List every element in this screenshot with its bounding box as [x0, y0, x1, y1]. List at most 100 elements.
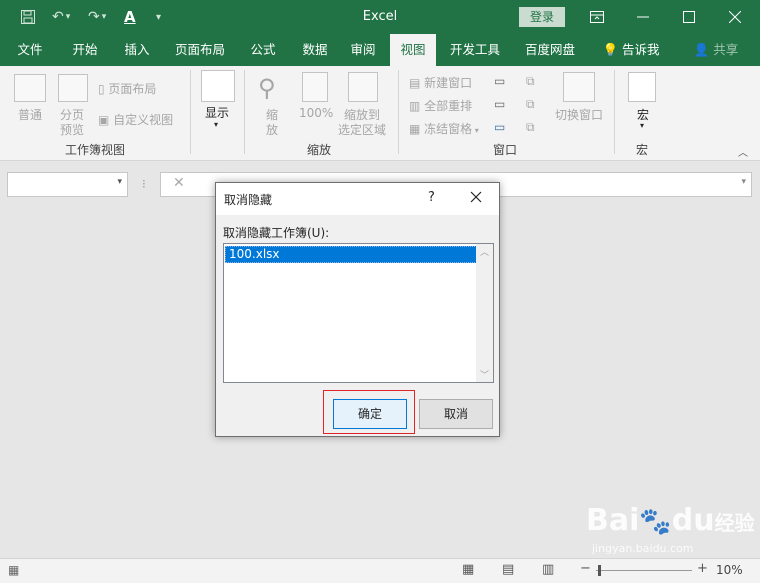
normal-view-icon: [14, 74, 46, 102]
zoom-100-icon: [302, 72, 328, 102]
custom-view-label: 自定义视图: [113, 113, 174, 127]
normal-view-button[interactable]: 普通: [18, 106, 42, 123]
switch-windows-icon: [563, 72, 595, 102]
tab-page-layout[interactable]: 页面布局: [168, 34, 232, 66]
freeze-panes-icon: ▦: [409, 122, 425, 136]
magnifier-icon: ⚲: [258, 74, 276, 102]
ok-button[interactable]: 确定: [333, 399, 407, 429]
status-bar: ▦ ▦ ▤ ▥ − + 10%: [0, 558, 760, 583]
page-layout-label: 页面布局: [108, 82, 157, 96]
new-window-icon: ▤: [409, 76, 425, 90]
divider: [398, 70, 399, 154]
more-icon: ⁝: [142, 177, 146, 191]
hide-icon[interactable]: ▭: [494, 97, 505, 111]
page-icon: ▯: [98, 82, 109, 96]
custom-view-button[interactable]: ▣ 自定义视图: [98, 111, 173, 128]
name-box[interactable]: ▾: [7, 172, 128, 197]
title-bar: ↶ ▾ ↷ ▾ A ▾ Excel 登录: [0, 0, 760, 34]
zoom-slider-thumb[interactable]: [598, 565, 601, 576]
zoom-100-button[interactable]: 100%: [299, 106, 333, 120]
page-layout-status-icon[interactable]: ▤: [502, 562, 514, 577]
cancel-entry-icon[interactable]: ✕: [173, 175, 185, 191]
group-label-workbook-view: 工作簿视图: [65, 143, 126, 157]
scroll-up-icon[interactable]: ︿: [480, 245, 489, 258]
sync-scroll-icon[interactable]: ⧉: [526, 97, 535, 112]
zoom-out-icon[interactable]: −: [580, 561, 591, 576]
tab-tell-me[interactable]: 💡 告诉我: [596, 34, 666, 66]
split-icon[interactable]: ▭: [494, 74, 505, 88]
paw-icon: 🐾: [639, 507, 672, 537]
minimize-icon[interactable]: [620, 0, 666, 34]
tab-baidu-netdisk[interactable]: 百度网盘: [518, 34, 582, 66]
maximize-icon[interactable]: [666, 0, 712, 34]
cancel-button[interactable]: 取消: [419, 399, 493, 429]
share-button[interactable]: 👤 共享: [688, 34, 744, 66]
macro-dropdown-icon[interactable]: ▾: [640, 121, 644, 130]
help-button[interactable]: ?: [428, 190, 435, 205]
arrange-all-icon: ▥: [409, 99, 425, 113]
expand-formula-icon[interactable]: ▾: [741, 177, 746, 187]
show-icon: [201, 70, 235, 102]
scrollbar[interactable]: ︿ ﹀: [476, 244, 493, 382]
show-button[interactable]: 显示: [205, 104, 229, 121]
watermark-brand: Bai: [586, 503, 640, 538]
watermark-url: jingyan.baidu.com: [592, 542, 694, 555]
dialog-close-icon[interactable]: [470, 191, 482, 206]
tell-me-label: 告诉我: [622, 42, 660, 57]
macro-record-icon[interactable]: ▦: [8, 563, 19, 577]
watermark-brand-2: du: [671, 503, 715, 538]
dialog-title-bar: 取消隐藏 ?: [216, 183, 499, 215]
page-break-label-2[interactable]: 预览: [60, 121, 84, 138]
tab-review[interactable]: 审阅: [340, 34, 386, 66]
tab-developer[interactable]: 开发工具: [444, 34, 506, 66]
scroll-down-icon[interactable]: ﹀: [480, 368, 489, 381]
tab-home[interactable]: 开始: [62, 34, 108, 66]
close-icon[interactable]: [712, 0, 758, 34]
dialog-title: 取消隐藏: [224, 193, 273, 207]
zoom-in-icon[interactable]: +: [697, 561, 708, 576]
tab-view[interactable]: 视图: [390, 34, 436, 66]
name-box-dropdown-icon[interactable]: ▾: [117, 177, 122, 187]
ribbon-display-icon[interactable]: [574, 0, 620, 34]
divider: [244, 70, 245, 154]
macro-icon: [628, 72, 656, 102]
divider: [614, 70, 615, 154]
zoom-selection-icon: [348, 72, 378, 102]
custom-view-icon: ▣: [98, 113, 114, 127]
new-window-button[interactable]: ▤ 新建窗口: [409, 74, 472, 91]
tab-data[interactable]: 数据: [292, 34, 338, 66]
login-button[interactable]: 登录: [519, 7, 565, 27]
group-label-window: 窗口: [493, 143, 518, 157]
tab-insert[interactable]: 插入: [114, 34, 160, 66]
zoom-selection-label-2[interactable]: 选定区域: [338, 121, 386, 138]
watermark-site: 经验: [714, 511, 755, 535]
unhide-icon[interactable]: ▭: [494, 120, 505, 134]
zoom-slider[interactable]: [596, 570, 692, 571]
normal-view-status-icon[interactable]: ▦: [462, 562, 474, 577]
person-icon: 👤: [693, 42, 710, 57]
baidu-watermark: Bai🐾du经验: [586, 503, 755, 538]
zoom-label-2[interactable]: 放: [266, 121, 278, 138]
list-item[interactable]: 100.xlsx: [225, 246, 477, 263]
page-break-status-icon[interactable]: ▥: [542, 562, 554, 577]
workbook-list[interactable]: 100.xlsx ︿ ﹀: [223, 243, 494, 383]
view-side-by-side-icon[interactable]: ⧉: [526, 74, 535, 89]
page-break-preview-icon: [58, 74, 88, 102]
ribbon-tabs: 文件 开始 插入 页面布局 公式 数据 审阅 视图 开发工具 百度网盘 💡 告诉…: [0, 34, 760, 66]
tab-formulas[interactable]: 公式: [240, 34, 286, 66]
tab-file[interactable]: 文件: [8, 34, 52, 66]
collapse-ribbon-icon[interactable]: ︿: [738, 144, 748, 159]
zoom-level[interactable]: 10%: [716, 563, 743, 577]
arrange-all-label: 全部重排: [424, 99, 473, 113]
ribbon: 普通 分页 预览 ▯ 页面布局 ▣ 自定义视图 工作簿视图 显示 ▾ ⚲ 缩 放…: [0, 66, 760, 161]
lightbulb-icon: 💡: [602, 42, 619, 57]
unhide-dialog: 取消隐藏 ? 取消隐藏工作簿(U): 100.xlsx ︿ ﹀ 确定 取消: [215, 182, 500, 437]
arrange-all-button[interactable]: ▥ 全部重排: [409, 97, 472, 114]
freeze-panes-label: 冻结窗格: [424, 122, 473, 136]
group-label-macros: 宏: [636, 143, 649, 157]
page-layout-button[interactable]: ▯ 页面布局: [98, 80, 156, 97]
show-dropdown-icon[interactable]: ▾: [214, 120, 218, 129]
reset-window-icon[interactable]: ⧉: [526, 120, 535, 135]
switch-windows-button[interactable]: 切换窗口: [555, 106, 603, 123]
freeze-panes-button[interactable]: ▦ 冻结窗格 ▾: [409, 120, 479, 137]
